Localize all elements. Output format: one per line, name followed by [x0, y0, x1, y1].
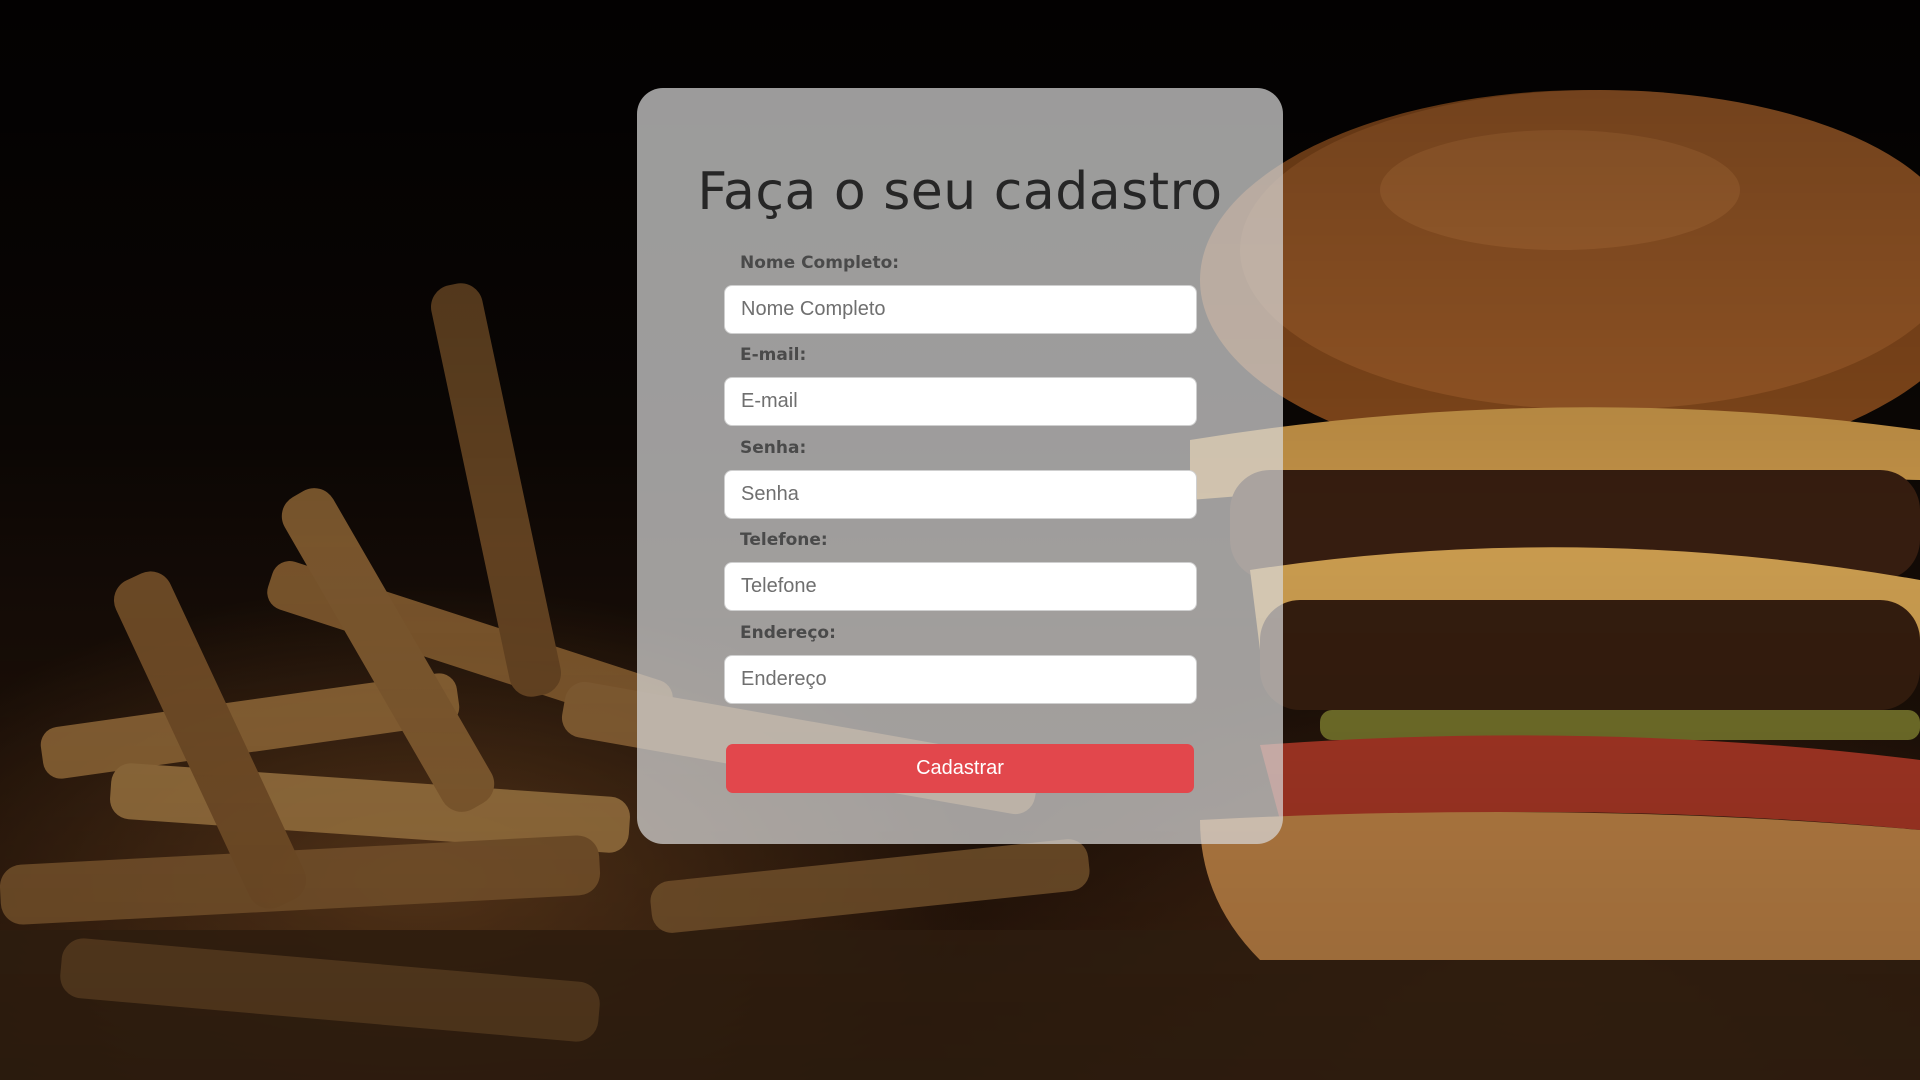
email-input[interactable] — [724, 377, 1197, 426]
page-title: Faça o seu cadastro — [697, 162, 1223, 222]
full-name-label: Nome Completo: — [740, 253, 900, 273]
email-label: E-mail: — [740, 345, 807, 365]
address-label: Endereço: — [740, 623, 836, 643]
phone-input[interactable] — [724, 562, 1197, 611]
register-button[interactable]: Cadastrar — [726, 744, 1194, 793]
password-input[interactable] — [724, 470, 1197, 519]
password-label: Senha: — [740, 438, 807, 458]
address-input[interactable] — [724, 655, 1197, 704]
phone-label: Telefone: — [740, 530, 828, 550]
full-name-input[interactable] — [724, 285, 1197, 334]
